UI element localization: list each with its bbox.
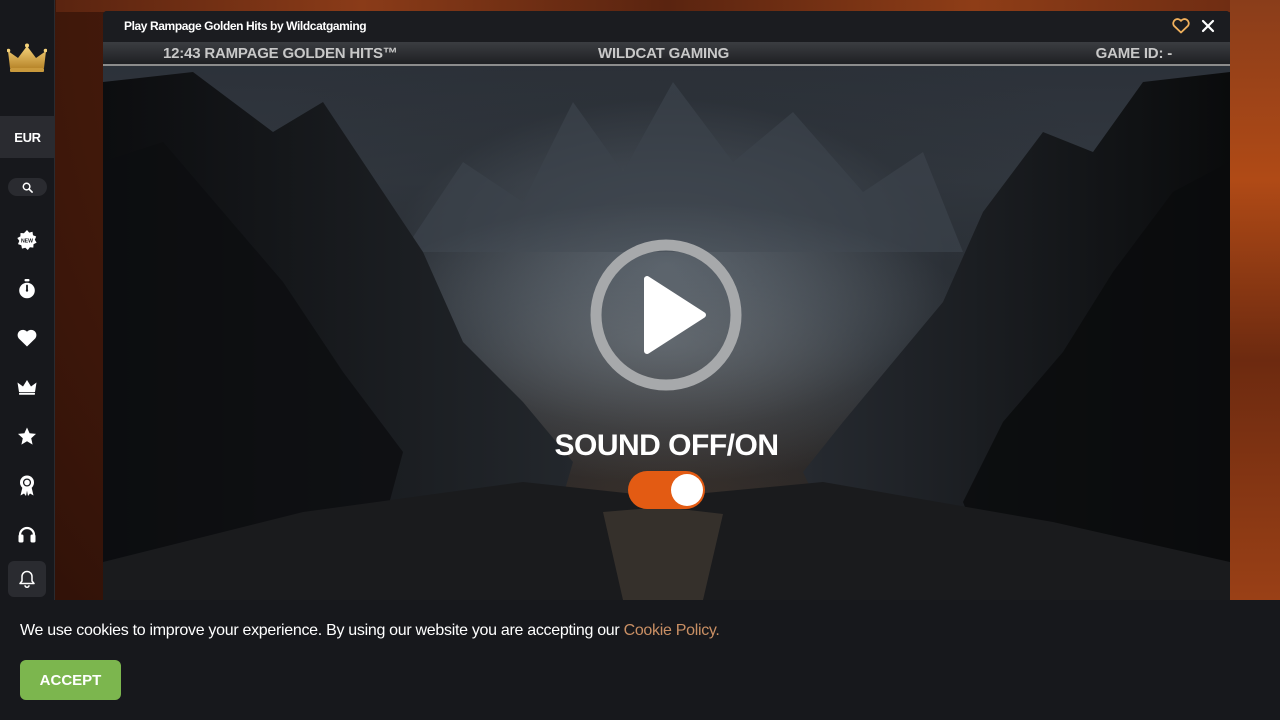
game-info-bar: 12:43 RAMPAGE GOLDEN HITS™ WILDCAT GAMIN… — [103, 42, 1230, 66]
sidebar-item-new[interactable]: NEW — [13, 226, 41, 254]
game-window: Play Rampage Golden Hits by Wildcatgamin… — [103, 11, 1230, 600]
currency-selector[interactable]: EUR — [0, 116, 55, 158]
sidebar-item-support[interactable] — [13, 520, 41, 548]
sidebar-item-vip[interactable] — [13, 373, 41, 401]
play-button[interactable] — [590, 239, 742, 391]
crown-logo-icon[interactable] — [6, 42, 48, 74]
sidebar-item-top[interactable] — [13, 422, 41, 450]
sidebar: EUR NEW — [0, 0, 55, 600]
sidebar-item-tournaments[interactable] — [13, 471, 41, 499]
bell-icon — [19, 570, 35, 588]
sound-toggle[interactable] — [628, 471, 705, 509]
cookie-policy-link[interactable]: Cookie Policy. — [624, 622, 720, 639]
game-clock-title: 12:43 RAMPAGE GOLDEN HITS™ — [163, 45, 398, 62]
cookie-message: We use cookies to improve your experienc… — [20, 622, 720, 640]
game-title: Play Rampage Golden Hits by Wildcatgamin… — [124, 19, 367, 33]
sound-label: SOUND OFF/ON — [554, 429, 780, 462]
search-button[interactable] — [8, 178, 47, 196]
new-badge-icon: NEW — [17, 230, 37, 250]
star-icon — [18, 427, 36, 445]
notifications-button[interactable] — [8, 561, 46, 597]
game-titlebar: Play Rampage Golden Hits by Wildcatgamin… — [103, 11, 1230, 42]
close-icon — [1201, 19, 1215, 33]
game-id: GAME ID: - — [1095, 45, 1173, 62]
provider-name: WILDCAT GAMING — [598, 45, 730, 62]
headset-icon — [18, 526, 36, 543]
heart-outline-icon — [1172, 18, 1190, 34]
svg-text:NEW: NEW — [21, 238, 33, 244]
game-canvas[interactable]: 12:43 RAMPAGE GOLDEN HITS™ WILDCAT GAMIN… — [103, 42, 1230, 600]
sidebar-item-favorites[interactable] — [13, 324, 41, 352]
play-icon — [590, 239, 742, 391]
cookie-text: We use cookies to improve your experienc… — [20, 622, 624, 639]
award-ribbon-icon — [20, 475, 34, 496]
crown-icon — [17, 380, 37, 395]
accept-cookies-button[interactable]: ACCEPT — [20, 660, 121, 700]
stopwatch-icon — [19, 279, 35, 299]
search-icon — [22, 182, 33, 193]
sidebar-item-recent[interactable] — [13, 275, 41, 303]
favorite-button[interactable] — [1172, 18, 1190, 34]
cookie-banner: We use cookies to improve your experienc… — [0, 600, 1280, 720]
close-button[interactable] — [1200, 18, 1216, 34]
background-right — [1230, 0, 1280, 600]
heart-icon — [17, 329, 37, 347]
toggle-knob — [671, 474, 703, 506]
